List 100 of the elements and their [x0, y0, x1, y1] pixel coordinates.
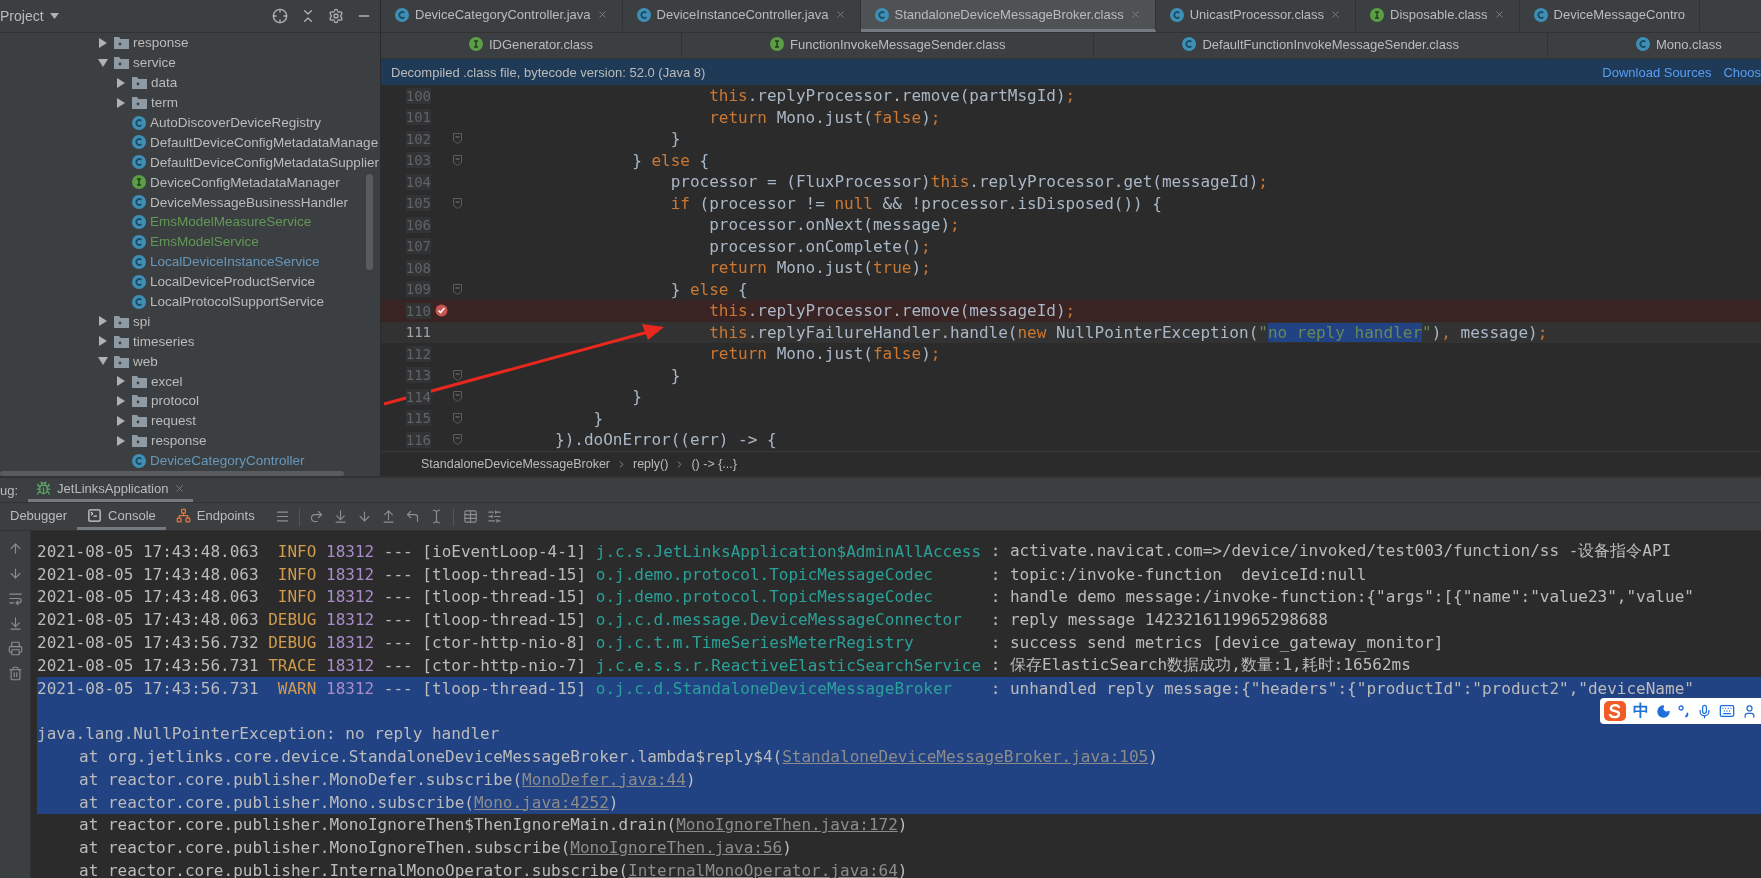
expander-arrow-icon[interactable] [98, 336, 108, 347]
class-icon [1169, 7, 1184, 22]
close-icon[interactable] [174, 483, 186, 494]
source-link[interactable]: MonoIgnoreThen.java:172 [676, 815, 898, 835]
process-id: 18312 [326, 633, 375, 653]
source-link[interactable]: StandaloneDeviceMessageBroker.java:105 [782, 747, 1149, 767]
breadcrumb[interactable]: reply() [633, 457, 669, 471]
folder-icon [132, 76, 147, 90]
close-icon[interactable] [596, 9, 608, 20]
fold-marker-icon[interactable] [453, 369, 462, 381]
tree-item[interactable]: LocalDeviceProductService [150, 274, 316, 290]
folder-icon [114, 314, 129, 328]
timestamp: 2021-08-05 17:43:56.732 [37, 633, 259, 653]
tree-item[interactable]: response [151, 433, 207, 449]
ime-logo-icon[interactable] [1604, 701, 1626, 721]
close-icon[interactable] [1330, 9, 1342, 20]
log-message: : 保存ElasticSearch数据成功,数量:1,耗时:16562ms [990, 654, 1411, 676]
tree-item[interactable]: timeseries [133, 333, 195, 349]
panel-title[interactable]: Project [0, 8, 44, 24]
dropdown-caret-icon[interactable] [49, 13, 59, 19]
tree-item[interactable]: EmsModelMeasureService [150, 214, 312, 230]
tree-item[interactable]: DeviceConfigMetadataManager [150, 174, 340, 190]
breadcrumb[interactable]: () -> {...} [691, 457, 737, 471]
banner-link[interactable]: Download Sources [1602, 64, 1712, 80]
grid-icon[interactable] [462, 509, 478, 524]
tree-item[interactable]: protocol [151, 393, 200, 409]
breakpoint-icon[interactable] [434, 304, 448, 318]
user-icon[interactable] [1742, 703, 1757, 719]
sliders-icon[interactable] [486, 509, 502, 524]
expander-arrow-icon[interactable] [98, 356, 108, 367]
punctuation-icon[interactable] [1678, 704, 1690, 718]
fold-marker-icon[interactable] [453, 434, 462, 446]
folder-icon [132, 96, 147, 110]
tree-item[interactable]: request [151, 413, 197, 429]
tree-item[interactable]: AutoDiscoverDeviceRegistry [150, 115, 322, 130]
expander-arrow-icon[interactable] [98, 316, 108, 327]
return-arrow-icon[interactable] [404, 509, 420, 524]
expander-arrow-icon[interactable] [116, 97, 126, 108]
expander-arrow-icon[interactable] [116, 435, 126, 446]
tree-item[interactable]: spi [133, 313, 151, 329]
fold-marker-icon[interactable] [453, 412, 462, 424]
menu-icon[interactable] [274, 509, 290, 524]
tree-item[interactable]: DeviceMessageBusinessHandler [150, 194, 349, 210]
tree-item[interactable]: EmsModelService [150, 234, 259, 250]
wrap-text-icon[interactable] [7, 591, 23, 606]
source-link[interactable]: Mono.java:4252 [473, 792, 609, 812]
down-arrow-icon[interactable] [356, 509, 372, 524]
process-id: 18312 [326, 655, 375, 675]
close-icon[interactable] [1493, 9, 1505, 20]
crosshair-icon[interactable] [272, 8, 288, 24]
banner-link[interactable]: Choos [1723, 64, 1761, 80]
source-link[interactable]: MonoDefer.java:44 [522, 769, 686, 789]
tree-item[interactable]: response [133, 35, 189, 51]
fold-marker-icon[interactable] [453, 133, 462, 145]
class-icon [874, 7, 889, 22]
microphone-icon[interactable] [1697, 703, 1712, 719]
thread-name: [tloop-thread-15] [422, 587, 587, 607]
keyboard-icon[interactable] [1719, 703, 1735, 719]
curved-arrow-icon[interactable] [308, 509, 324, 524]
tree-item[interactable]: excel [151, 373, 183, 389]
tree-item[interactable]: web [133, 353, 158, 369]
tool-tab[interactable]: Console [77, 503, 166, 530]
fold-marker-icon[interactable] [453, 154, 462, 166]
expander-arrow-icon[interactable] [116, 415, 126, 426]
tree-item[interactable]: LocalDeviceInstanceService [150, 254, 320, 270]
tree-item[interactable]: DefaultDeviceConfigMetadataSupplier [150, 154, 379, 170]
breadcrumb[interactable]: StandaloneDeviceMessageBroker [421, 457, 610, 471]
log-message: : unhandled reply message:{"headers":{"productId":"product2","deviceName" [990, 678, 1694, 698]
code-text: } [669, 365, 681, 385]
expander-arrow-icon[interactable] [116, 376, 126, 387]
trash-icon[interactable] [7, 666, 23, 681]
fold-marker-icon[interactable] [453, 283, 462, 295]
close-icon[interactable] [834, 9, 846, 20]
log-message: : handle demo message:/invoke-function:{"args":[{"name":"value23","value" [990, 587, 1694, 607]
scrollbar-thumb[interactable] [366, 174, 373, 270]
moon-icon[interactable] [1656, 703, 1671, 719]
tree-item[interactable]: DeviceCategoryController [150, 453, 305, 469]
up-arrow-icon[interactable] [7, 541, 23, 556]
expander-arrow-icon[interactable] [98, 37, 108, 48]
close-icon[interactable] [1129, 9, 1141, 20]
separator-dashes: --- [383, 587, 413, 607]
printer-icon[interactable] [7, 641, 23, 656]
expander-arrow-icon[interactable] [116, 395, 126, 406]
tree-item[interactable]: LocalProtocolSupportService [150, 294, 325, 309]
tree-item[interactable]: DefaultDeviceConfigMetadataManage [150, 134, 379, 150]
fold-marker-icon[interactable] [453, 391, 462, 403]
expander-arrow-icon[interactable] [116, 77, 126, 88]
tool-tab[interactable]: Endpoints [165, 503, 265, 530]
tree-item[interactable]: data [151, 75, 178, 91]
ime-mode[interactable]: 中 [1633, 700, 1649, 722]
scrollbar-thumb[interactable] [0, 471, 344, 476]
settings-icon[interactable] [328, 8, 344, 24]
expander-arrow-icon[interactable] [98, 57, 108, 68]
tree-item[interactable]: service [133, 55, 176, 71]
fold-marker-icon[interactable] [453, 197, 462, 209]
tree-item[interactable]: term [151, 95, 178, 111]
editor-tab[interactable]: StandaloneDeviceMessageBroker.class [860, 0, 1156, 32]
down-arrow-icon[interactable] [7, 566, 23, 581]
source-link[interactable]: MonoIgnoreThen.java:56 [570, 838, 783, 858]
tool-tab[interactable]: Debugger [0, 503, 78, 530]
